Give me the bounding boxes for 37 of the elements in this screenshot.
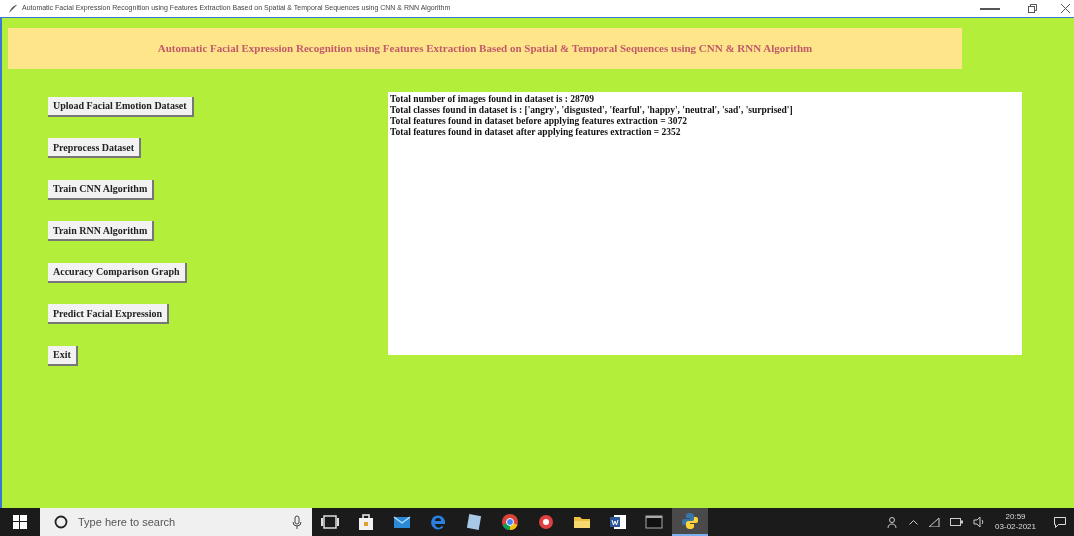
search-circle-icon <box>54 515 68 529</box>
action-button[interactable]: Train CNN Algorithm <box>48 179 155 200</box>
action-button[interactable]: Accuracy Comparison Graph <box>48 262 187 283</box>
taskbar-app[interactable] <box>672 508 708 536</box>
output-line: Total classes found in dataset is : ['angry', 'disgusted', 'fearful', 'happy', 'neutral', 'sad', 'surprised'] <box>390 105 794 116</box>
python-icon <box>680 511 700 531</box>
action-button[interactable]: Exit <box>48 345 78 366</box>
notification-icon[interactable] <box>1054 516 1066 528</box>
microphone-icon[interactable] <box>292 515 302 529</box>
search-field[interactable]: Type here to search <box>40 508 312 536</box>
caret-up-icon[interactable] <box>909 519 919 525</box>
action-button[interactable]: Upload Facial Emotion Dataset <box>48 96 194 117</box>
minimize-button[interactable] <box>980 7 1000 10</box>
action-button[interactable]: Train RNN Algorithm <box>48 221 155 241</box>
action-button[interactable]: Preprocess Dataset <box>48 138 141 158</box>
windows-start-icon[interactable] <box>13 515 27 529</box>
battery-icon[interactable] <box>950 518 964 526</box>
people-icon[interactable] <box>887 516 900 528</box>
shopping-bag-icon <box>356 512 376 532</box>
speaker-icon[interactable] <box>973 517 986 527</box>
clock-time[interactable]: 20:59 <box>1005 512 1026 522</box>
clock-date[interactable]: 03-02-2021 <box>995 522 1036 532</box>
edge-icon <box>428 512 448 532</box>
terminal-icon <box>644 512 664 532</box>
restore-button[interactable] <box>1028 4 1037 13</box>
action-button[interactable]: Predict Facial Expression <box>48 304 170 324</box>
output-line: Total features found in dataset after applying features extraction = 2352 <box>390 127 682 138</box>
header-title: Automatic Facial Expression Recognition using Features Extraction Based on Spatial & Temporal Sequences using CNN & RNN Algorithm <box>157 41 813 57</box>
chrome-icon <box>500 512 520 532</box>
task-view-icon <box>320 512 340 532</box>
network-icon[interactable] <box>928 517 941 527</box>
word-icon <box>608 512 628 532</box>
app-icon <box>536 512 556 532</box>
output-line: Total features found in dataset before applying features extraction = 3072 <box>390 116 688 127</box>
feather-icon <box>8 3 18 14</box>
close-button[interactable] <box>1061 4 1070 13</box>
output-line: Total number of images found in dataset is : 28709 <box>390 94 595 105</box>
